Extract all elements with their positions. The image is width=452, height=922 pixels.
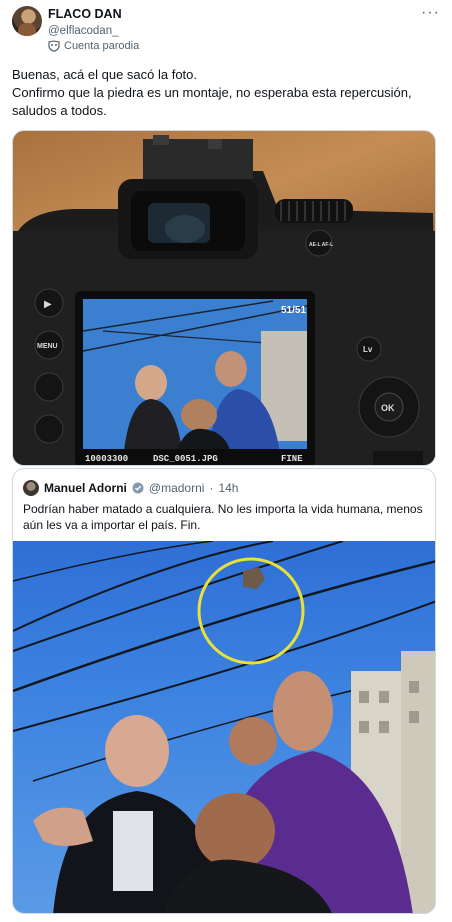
tweet-text-line: saludos a todos.	[12, 103, 107, 118]
camera-illustration: 51/51 10003300 DSC_0051.JPG FINE ▶ MENU …	[13, 135, 435, 465]
camera-photo[interactable]: 51/51 10003300 DSC_0051.JPG FINE ▶ MENU …	[12, 130, 436, 466]
parody-badge: Cuenta parodia	[48, 40, 139, 52]
avatar[interactable]	[12, 6, 42, 36]
lcd-counter: 51/51	[281, 305, 306, 316]
tweet-text-line: Confirmo que la piedra es un montaje, no…	[12, 85, 412, 100]
ae-af-lock-label: AE-L AF-L	[309, 242, 333, 248]
ok-button-label: OK	[381, 403, 395, 413]
meta-separator: ·	[209, 481, 214, 495]
quoted-author-handle[interactable]: @madorni	[149, 481, 205, 495]
tweet-text: Buenas, acá el que sacó la foto. Confirm…	[12, 66, 438, 120]
quoted-tweet-header: Manuel Adorni @madorni · 14h	[23, 479, 238, 497]
stone-photo-illustration	[13, 541, 435, 913]
quoted-text-line: Podrían haber matado a cualquiera. No le…	[23, 502, 423, 516]
quoted-tweet[interactable]: Manuel Adorni @madorni · 14h Podrían hab…	[12, 468, 436, 914]
more-dots-icon[interactable]: ···	[421, 4, 440, 22]
quoted-time[interactable]: 14h	[218, 481, 238, 495]
lcd-file-name: DSC_0051.JPG	[153, 454, 218, 464]
verified-icon	[132, 482, 144, 494]
parody-mask-icon	[48, 40, 60, 52]
lcd-file-number: 10003300	[85, 454, 128, 464]
quoted-author-name[interactable]: Manuel Adorni	[44, 481, 127, 495]
author-handle[interactable]: @elflacodan_	[48, 25, 119, 37]
tweet-text-line: Buenas, acá el que sacó la foto.	[12, 67, 198, 82]
lcd-quality: FINE	[281, 454, 303, 464]
live-view-label: Lv	[363, 345, 373, 354]
tweet-header: FLACO DAN @elflacodan_ Cuenta parodia ··…	[12, 4, 440, 54]
quoted-avatar[interactable]	[23, 480, 39, 496]
author-name[interactable]: FLACO DAN	[48, 7, 122, 21]
quoted-tweet-text: Podrían haber matado a cualquiera. No le…	[23, 501, 427, 533]
quoted-text-line: aún les va a importar el país. Fin.	[23, 518, 201, 532]
menu-button-label: MENU	[37, 343, 58, 350]
stone-photo[interactable]	[13, 541, 435, 913]
play-button-label: ▶	[44, 299, 52, 310]
badge-label: Cuenta parodia	[64, 40, 140, 52]
